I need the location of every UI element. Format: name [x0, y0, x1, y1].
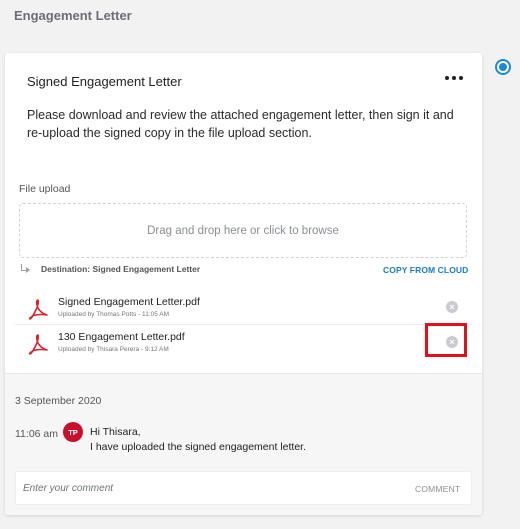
file-upload-label: File upload [19, 183, 71, 195]
activity-feed: 3 September 2020 11:06 am TP Hi Thisara,… [5, 373, 482, 515]
radio-button-selected[interactable] [495, 59, 511, 75]
file-row: Signed Engagement Letter.pdf Uploaded by… [15, 290, 472, 324]
dropzone-text: Drag and drop here or click to browse [147, 224, 339, 237]
engagement-letter-card: Signed Engagement Letter Please download… [5, 53, 482, 515]
section-title: Engagement Letter [14, 8, 132, 23]
comment-box: COMMENT [15, 471, 472, 505]
pdf-file-icon [28, 299, 48, 320]
destination-row: Destination: Signed Engagement Letter [19, 264, 200, 274]
avatar: TP [63, 422, 83, 442]
file-dropzone[interactable]: Drag and drop here or click to browse [19, 203, 467, 258]
subdirectory-arrow-icon [19, 264, 31, 274]
file-name[interactable]: Signed Engagement Letter.pdf [58, 296, 200, 308]
card-title: Signed Engagement Letter [27, 74, 182, 89]
instructions-text: Please download and review the attached … [27, 108, 454, 140]
message-time: 11:06 am [15, 428, 58, 440]
message-line: I have uploaded the signed engagement le… [90, 441, 306, 453]
file-row: 130 Engagement Letter.pdf Uploaded by Th… [15, 324, 472, 358]
copy-from-cloud-link[interactable]: COPY FROM CLOUD [383, 265, 468, 275]
comment-input[interactable] [23, 480, 403, 496]
pdf-file-icon [28, 334, 48, 355]
more-options-icon[interactable] [445, 72, 463, 84]
comment-button[interactable]: COMMENT [415, 484, 460, 494]
file-meta: Uploaded by Thomas Potts - 11:05 AM [58, 311, 170, 318]
remove-file-icon[interactable]: × [446, 301, 458, 313]
highlight-box [425, 323, 467, 357]
activity-date: 3 September 2020 [15, 395, 102, 407]
file-name[interactable]: 130 Engagement Letter.pdf [58, 331, 185, 343]
file-meta: Uploaded by Thisara Perera - 9:12 AM [58, 346, 169, 353]
destination-label: Destination: Signed Engagement Letter [41, 264, 201, 274]
message-line: Hi Thisara, [90, 426, 141, 438]
